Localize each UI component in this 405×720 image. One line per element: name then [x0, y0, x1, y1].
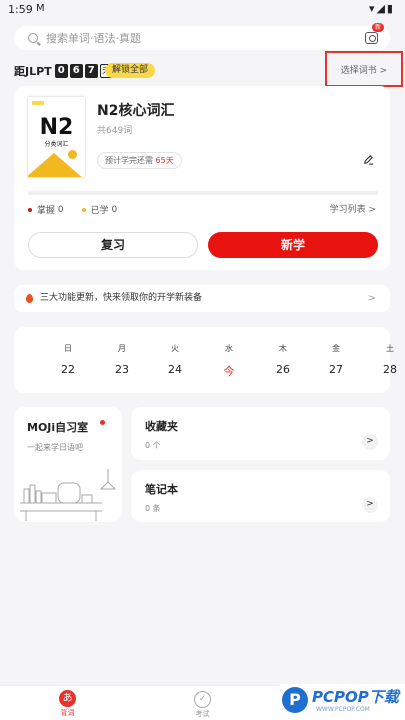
announcement-text: 三大功能更新，快来领取你的开学新装备 — [40, 293, 203, 303]
book-word-count: 共649词 — [97, 126, 133, 136]
watermark: P PCPOP下载 WWW.PCPOP.COM — [280, 684, 405, 720]
study-room-card[interactable]: MOJi自习室 一起来学日语吧 — [14, 407, 122, 522]
status-bar: 1:59 M ▾◢▮ — [0, 0, 405, 18]
book-title: N2核心词汇 — [97, 103, 175, 119]
study-room-subtitle: 一起来学日语吧 — [27, 443, 83, 452]
system-icons: ▾◢▮ — [368, 2, 395, 15]
learned-label: 已学 — [90, 206, 109, 216]
review-button[interactable]: 复习 — [28, 232, 198, 258]
tab-exam[interactable]: ✓ 考试 — [135, 686, 270, 719]
week-calendar: 日 22 月 23 火 24 水今 木 26 金 27 土 28 — [14, 327, 397, 393]
mastered-label: 掌握 — [37, 206, 56, 216]
study-room-title: MOJi自习室 — [27, 421, 89, 434]
mastered-value: 0 — [57, 204, 64, 215]
cover-tag — [32, 101, 44, 105]
notebook-card[interactable]: 笔记本 0 条 > — [131, 470, 390, 522]
search-bar[interactable]: 搜索单词·语法·真题 新 — [14, 23, 390, 50]
cover-subtitle: 分类词汇 — [44, 141, 69, 148]
mail-icon: M — [36, 3, 45, 14]
learned-value: 0 — [111, 204, 118, 215]
select-book-button[interactable]: 选择词书 > — [325, 51, 403, 87]
weekday-label: 火 — [171, 344, 179, 353]
tab-label: 考试 — [195, 710, 210, 718]
favorites-card[interactable]: 收藏夹 0 个 > — [131, 407, 390, 460]
book-card: N2 分类词汇 N2核心词汇 共649词 预计学完还需 65天 掌握 0 已学 … — [14, 86, 390, 270]
favorites-count: 0 个 — [145, 441, 161, 450]
edit-icon[interactable] — [363, 154, 374, 165]
cover-title: N2 — [39, 115, 74, 140]
learning-progress-bar — [28, 191, 378, 195]
weekday-label: 水 — [225, 344, 233, 353]
mastered-dot — [28, 207, 32, 212]
learned-dot — [81, 207, 86, 212]
date-label: 23 — [115, 363, 129, 376]
flame-icon — [26, 294, 33, 303]
watermark-logo: P — [282, 687, 308, 713]
search-placeholder: 搜索单词·语法·真题 — [46, 32, 141, 45]
watermark-url: WWW.PCPOP.COM — [316, 706, 370, 713]
weekday-label: 土 — [386, 344, 394, 353]
book-cover[interactable]: N2 分类词汇 — [28, 97, 85, 177]
camera-icon[interactable] — [365, 32, 378, 44]
status-time: 1:59 — [8, 3, 33, 16]
countdown-digit: 0 — [54, 64, 68, 78]
search-icon — [28, 33, 38, 43]
tab-words[interactable]: あ 背词 — [0, 686, 135, 718]
learn-new-button[interactable]: 新学 — [208, 232, 378, 258]
date-label: 28 — [383, 363, 397, 376]
notebook-count: 0 条 — [145, 504, 161, 513]
eta-days: 65天 — [155, 156, 174, 165]
weekday-label: 木 — [279, 344, 287, 353]
date-label: 24 — [168, 363, 182, 376]
chevron-right-icon[interactable]: > — [362, 434, 378, 450]
camera-new-badge: 新 — [371, 23, 384, 32]
date-label: 26 — [276, 363, 290, 376]
date-label: 22 — [61, 363, 75, 376]
eta-pill: 预计学完还需 65天 — [97, 152, 182, 169]
study-list-link[interactable]: 学习列表 > — [330, 202, 376, 215]
watermark-text: PCPOP下载 — [312, 688, 399, 706]
eta-prefix: 预计学完还需 — [105, 156, 153, 165]
countdown-prefix: 距JLPT — [14, 65, 52, 78]
notification-dot — [100, 420, 105, 425]
unlock-all-button[interactable]: 解锁全部 — [105, 63, 156, 78]
chevron-right-icon: > — [367, 293, 376, 304]
notebook-title: 笔记本 — [145, 483, 178, 496]
chevron-right-icon[interactable]: > — [362, 497, 378, 513]
announcement-banner[interactable]: 三大功能更新，快来领取你的开学新装备 > — [14, 285, 390, 312]
weekday-label: 金 — [332, 344, 340, 353]
words-tab-icon: あ — [59, 690, 76, 707]
learning-stats: 掌握 0 已学 0 — [28, 203, 117, 216]
cover-mountain-decoration — [28, 153, 84, 177]
study-desk-illustration — [20, 469, 117, 521]
date-label: 27 — [329, 363, 343, 376]
date-label-today: 今 — [223, 365, 235, 378]
countdown-digit: 7 — [84, 64, 98, 78]
favorites-title: 收藏夹 — [145, 420, 178, 433]
countdown-digit: 6 — [69, 64, 83, 78]
weekday-label: 日 — [64, 344, 72, 353]
tab-label: 背词 — [60, 709, 75, 717]
weekday-label: 月 — [118, 344, 126, 353]
check-icon: ✓ — [194, 691, 211, 708]
jlpt-countdown: 距JLPT 0 6 7 天 — [14, 63, 113, 79]
